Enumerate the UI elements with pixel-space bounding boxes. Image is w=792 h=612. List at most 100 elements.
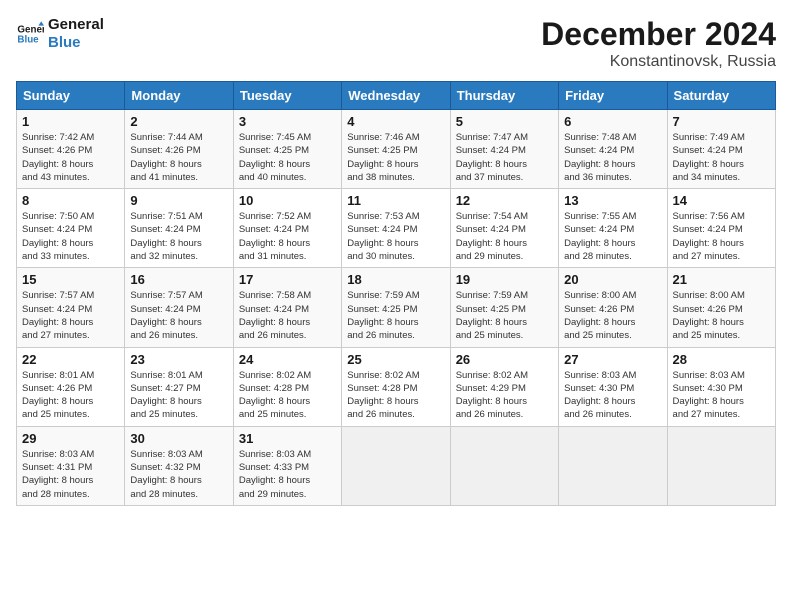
day-cell: 30Sunrise: 8:03 AM Sunset: 4:32 PM Dayli…	[125, 426, 233, 505]
header-row: SundayMondayTuesdayWednesdayThursdayFrid…	[17, 82, 776, 110]
day-cell: 12 Sunrise: 7:54 AM Sunset: 4:24 PM Dayli…	[450, 189, 558, 268]
header-cell-friday: Friday	[559, 82, 667, 110]
day-number: 23	[130, 352, 227, 367]
day-cell: 24Sunrise: 8:02 AM Sunset: 4:28 PM Dayli…	[233, 347, 341, 426]
day-number: 19	[456, 272, 553, 287]
day-number: 25	[347, 352, 444, 367]
day-cell	[667, 426, 775, 505]
day-cell: 23 Sunrise: 8:01 AM Sunset: 4:27 PM Dayli…	[125, 347, 233, 426]
day-number: 29	[22, 431, 119, 446]
week-row-4: 22 Sunrise: 8:01 AM Sunset: 4:26 PM Dayli…	[17, 347, 776, 426]
day-cell: 13 Sunrise: 7:55 AM Sunset: 4:24 PM Dayli…	[559, 189, 667, 268]
calendar-subtitle: Konstantinovsk, Russia	[541, 53, 776, 71]
day-number: 28	[673, 352, 770, 367]
logo: General Blue General Blue	[16, 16, 104, 52]
title-section: December 2024 Konstantinovsk, Russia	[541, 16, 776, 71]
day-number: 4	[347, 114, 444, 129]
day-cell: 14Sunrise: 7:56 AM Sunset: 4:24 PM Dayli…	[667, 189, 775, 268]
week-row-3: 15Sunrise: 7:57 AM Sunset: 4:24 PM Dayli…	[17, 268, 776, 347]
day-cell: 22 Sunrise: 8:01 AM Sunset: 4:26 PM Dayli…	[17, 347, 125, 426]
day-info: Sunrise: 7:47 AM Sunset: 4:24 PM Dayligh…	[456, 131, 553, 184]
day-cell: 27Sunrise: 8:03 AM Sunset: 4:30 PM Dayli…	[559, 347, 667, 426]
day-info: Sunrise: 7:54 AM Sunset: 4:24 PM Dayligh…	[456, 210, 553, 263]
day-cell	[559, 426, 667, 505]
day-info: Sunrise: 8:01 AM Sunset: 4:26 PM Dayligh…	[22, 369, 119, 422]
day-info: Sunrise: 8:02 AM Sunset: 4:28 PM Dayligh…	[347, 369, 444, 422]
day-cell: 16 Sunrise: 7:57 AM Sunset: 4:24 PM Dayli…	[125, 268, 233, 347]
day-number: 18	[347, 272, 444, 287]
day-cell: 9 Sunrise: 7:51 AM Sunset: 4:24 PM Daylig…	[125, 189, 233, 268]
day-cell: 26Sunrise: 8:02 AM Sunset: 4:29 PM Dayli…	[450, 347, 558, 426]
day-info: Sunrise: 7:49 AM Sunset: 4:24 PM Dayligh…	[673, 131, 770, 184]
day-info: Sunrise: 7:53 AM Sunset: 4:24 PM Dayligh…	[347, 210, 444, 263]
day-number: 31	[239, 431, 336, 446]
day-cell	[450, 426, 558, 505]
day-cell: 28 Sunrise: 8:03 AM Sunset: 4:30 PM Dayli…	[667, 347, 775, 426]
day-info: Sunrise: 8:00 AM Sunset: 4:26 PM Dayligh…	[564, 289, 661, 342]
day-info: Sunrise: 7:57 AM Sunset: 4:24 PM Dayligh…	[22, 289, 119, 342]
day-cell: 17 Sunrise: 7:58 AM Sunset: 4:24 PM Dayli…	[233, 268, 341, 347]
calendar-table: SundayMondayTuesdayWednesdayThursdayFrid…	[16, 81, 776, 506]
svg-text:Blue: Blue	[17, 34, 39, 45]
day-number: 8	[22, 193, 119, 208]
day-info: Sunrise: 8:00 AM Sunset: 4:26 PM Dayligh…	[673, 289, 770, 342]
day-number: 10	[239, 193, 336, 208]
day-info: Sunrise: 7:45 AM Sunset: 4:25 PM Dayligh…	[239, 131, 336, 184]
logo-line2: Blue	[48, 34, 104, 52]
day-cell: 7Sunrise: 7:49 AM Sunset: 4:24 PM Daylig…	[667, 110, 775, 189]
calendar-title: December 2024	[541, 16, 776, 53]
day-cell: 3 Sunrise: 7:45 AM Sunset: 4:25 PM Daylig…	[233, 110, 341, 189]
day-cell: 31Sunrise: 8:03 AM Sunset: 4:33 PM Dayli…	[233, 426, 341, 505]
day-cell: 18 Sunrise: 7:59 AM Sunset: 4:25 PM Dayli…	[342, 268, 450, 347]
day-info: Sunrise: 7:59 AM Sunset: 4:25 PM Dayligh…	[347, 289, 444, 342]
day-info: Sunrise: 8:02 AM Sunset: 4:28 PM Dayligh…	[239, 369, 336, 422]
header-cell-thursday: Thursday	[450, 82, 558, 110]
week-row-5: 29Sunrise: 8:03 AM Sunset: 4:31 PM Dayli…	[17, 426, 776, 505]
day-cell: 15Sunrise: 7:57 AM Sunset: 4:24 PM Dayli…	[17, 268, 125, 347]
day-info: Sunrise: 7:51 AM Sunset: 4:24 PM Dayligh…	[130, 210, 227, 263]
day-cell: 25 Sunrise: 8:02 AM Sunset: 4:28 PM Dayli…	[342, 347, 450, 426]
day-number: 17	[239, 272, 336, 287]
day-number: 26	[456, 352, 553, 367]
day-info: Sunrise: 7:58 AM Sunset: 4:24 PM Dayligh…	[239, 289, 336, 342]
header-cell-wednesday: Wednesday	[342, 82, 450, 110]
day-cell: 11Sunrise: 7:53 AM Sunset: 4:24 PM Dayli…	[342, 189, 450, 268]
header-cell-saturday: Saturday	[667, 82, 775, 110]
day-info: Sunrise: 7:48 AM Sunset: 4:24 PM Dayligh…	[564, 131, 661, 184]
day-info: Sunrise: 8:01 AM Sunset: 4:27 PM Dayligh…	[130, 369, 227, 422]
page-header: General Blue General Blue December 2024 …	[16, 16, 776, 71]
logo-line1: General	[48, 16, 104, 34]
day-number: 13	[564, 193, 661, 208]
day-info: Sunrise: 7:57 AM Sunset: 4:24 PM Dayligh…	[130, 289, 227, 342]
day-info: Sunrise: 7:55 AM Sunset: 4:24 PM Dayligh…	[564, 210, 661, 263]
day-cell: 21Sunrise: 8:00 AM Sunset: 4:26 PM Dayli…	[667, 268, 775, 347]
day-number: 3	[239, 114, 336, 129]
day-cell: 4 Sunrise: 7:46 AM Sunset: 4:25 PM Daylig…	[342, 110, 450, 189]
day-info: Sunrise: 8:03 AM Sunset: 4:30 PM Dayligh…	[673, 369, 770, 422]
day-number: 12	[456, 193, 553, 208]
day-cell: 29Sunrise: 8:03 AM Sunset: 4:31 PM Dayli…	[17, 426, 125, 505]
day-number: 9	[130, 193, 227, 208]
day-cell: 20 Sunrise: 8:00 AM Sunset: 4:26 PM Dayli…	[559, 268, 667, 347]
day-number: 30	[130, 431, 227, 446]
day-cell: 2Sunrise: 7:44 AM Sunset: 4:26 PM Daylig…	[125, 110, 233, 189]
day-cell: 19Sunrise: 7:59 AM Sunset: 4:25 PM Dayli…	[450, 268, 558, 347]
day-number: 20	[564, 272, 661, 287]
header-cell-monday: Monday	[125, 82, 233, 110]
day-info: Sunrise: 7:52 AM Sunset: 4:24 PM Dayligh…	[239, 210, 336, 263]
day-cell: 5 Sunrise: 7:47 AM Sunset: 4:24 PM Daylig…	[450, 110, 558, 189]
day-number: 14	[673, 193, 770, 208]
week-row-1: 1 Sunrise: 7:42 AM Sunset: 4:26 PM Daylig…	[17, 110, 776, 189]
day-number: 1	[22, 114, 119, 129]
day-number: 22	[22, 352, 119, 367]
day-info: Sunrise: 7:46 AM Sunset: 4:25 PM Dayligh…	[347, 131, 444, 184]
day-info: Sunrise: 7:44 AM Sunset: 4:26 PM Dayligh…	[130, 131, 227, 184]
day-number: 27	[564, 352, 661, 367]
day-info: Sunrise: 7:42 AM Sunset: 4:26 PM Dayligh…	[22, 131, 119, 184]
day-cell: 1 Sunrise: 7:42 AM Sunset: 4:26 PM Daylig…	[17, 110, 125, 189]
day-number: 6	[564, 114, 661, 129]
day-number: 5	[456, 114, 553, 129]
header-cell-tuesday: Tuesday	[233, 82, 341, 110]
day-number: 16	[130, 272, 227, 287]
day-cell	[342, 426, 450, 505]
